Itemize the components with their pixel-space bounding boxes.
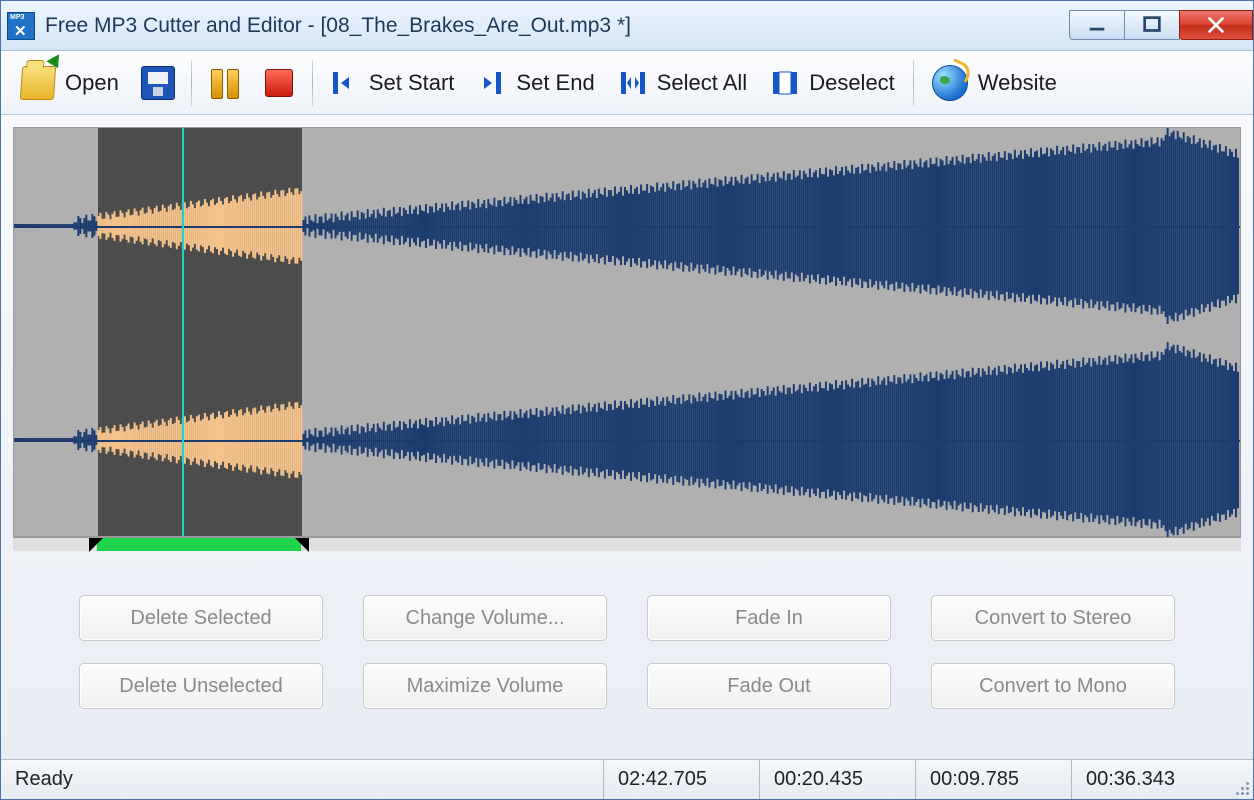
fade-in-button[interactable]: Fade In	[647, 595, 891, 641]
waveform-channel-right	[14, 342, 1240, 538]
folder-open-icon	[20, 66, 56, 100]
save-icon	[141, 66, 175, 100]
change-volume-button[interactable]: Change Volume...	[363, 595, 607, 641]
pause-button[interactable]	[202, 59, 248, 107]
set-start-label: Set Start	[369, 70, 455, 96]
status-time-total: 02:42.705	[603, 760, 759, 799]
delete-unselected-button[interactable]: Delete Unselected	[79, 663, 323, 709]
maximize-volume-button[interactable]: Maximize Volume	[363, 663, 607, 709]
toolbar-separator	[913, 60, 914, 106]
select-all-button[interactable]: Select All	[611, 59, 756, 107]
selection-handle-left[interactable]	[89, 538, 103, 552]
set-end-label: Set End	[516, 70, 594, 96]
deselect-button[interactable]: Deselect	[763, 59, 903, 107]
selection-range[interactable]	[97, 538, 301, 551]
website-button[interactable]: Website	[924, 59, 1065, 107]
set-end-button[interactable]: Set End	[470, 59, 602, 107]
toolbar: Open Set Start Set End	[1, 51, 1253, 115]
open-label: Open	[65, 70, 119, 96]
select-all-label: Select All	[657, 70, 748, 96]
open-button[interactable]: Open	[13, 59, 127, 107]
close-button[interactable]	[1179, 10, 1253, 40]
minimize-button[interactable]	[1069, 10, 1125, 40]
globe-icon	[932, 65, 968, 101]
status-time-selection-start: 00:09.785	[915, 760, 1071, 799]
set-start-icon	[331, 69, 359, 97]
toolbar-separator	[191, 60, 192, 106]
maximize-button[interactable]	[1124, 10, 1180, 40]
window-title: Free MP3 Cutter and Editor - [08_The_Bra…	[45, 14, 631, 38]
titlebar: Free MP3 Cutter and Editor - [08_The_Bra…	[1, 1, 1253, 51]
delete-selected-button[interactable]: Delete Selected	[79, 595, 323, 641]
status-bar: Ready 02:42.705 00:20.435 00:09.785 00:3…	[1, 759, 1253, 799]
playhead-cursor[interactable]	[182, 128, 184, 536]
website-label: Website	[978, 70, 1057, 96]
convert-to-stereo-button[interactable]: Convert to Stereo	[931, 595, 1175, 641]
set-end-icon	[478, 69, 506, 97]
app-window: Free MP3 Cutter and Editor - [08_The_Bra…	[0, 0, 1254, 800]
status-time-selection-end: 00:20.435	[759, 760, 915, 799]
set-start-button[interactable]: Set Start	[323, 59, 463, 107]
save-button[interactable]	[135, 59, 181, 107]
content-area: Delete Selected Change Volume... Fade In…	[1, 115, 1253, 759]
status-time-cursor: 00:36.343	[1071, 760, 1227, 799]
window-controls	[1070, 10, 1253, 42]
toolbar-separator	[312, 60, 313, 106]
action-buttons: Delete Selected Change Volume... Fade In…	[13, 551, 1241, 739]
waveform-display[interactable]	[13, 127, 1241, 537]
convert-to-mono-button[interactable]: Convert to Mono	[931, 663, 1175, 709]
deselect-label: Deselect	[809, 70, 895, 96]
selection-bar[interactable]	[13, 537, 1241, 551]
stop-icon	[265, 69, 293, 97]
app-icon	[7, 12, 35, 40]
waveform-channel-left	[14, 128, 1240, 324]
fade-out-button[interactable]: Fade Out	[647, 663, 891, 709]
stop-button[interactable]	[256, 59, 302, 107]
resize-grip[interactable]	[1227, 760, 1253, 799]
selection-handle-right[interactable]	[295, 538, 309, 552]
deselect-icon	[771, 69, 799, 97]
select-all-icon	[619, 69, 647, 97]
pause-icon	[208, 66, 242, 100]
status-text: Ready	[1, 760, 603, 799]
